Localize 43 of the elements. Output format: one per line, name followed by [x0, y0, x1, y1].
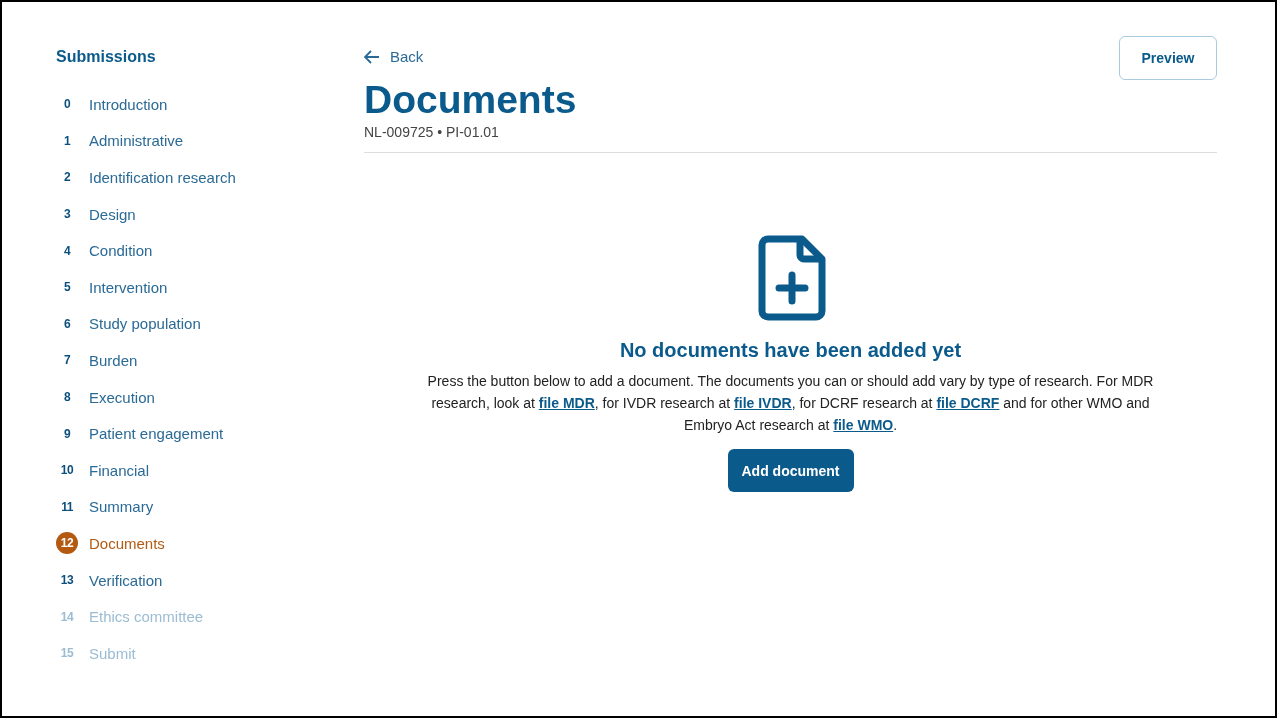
step-number: 6 [62, 315, 72, 333]
step-link[interactable]: Identification research [89, 169, 236, 186]
step-number: 12 [56, 532, 78, 555]
step-number: 7 [62, 352, 72, 370]
empty-state-description: Press the button below to add a document. The documents you can or should add vary by type of research. For MDR research, look at file MDR, for IVDR research at file IVDR, for DCRF research at file DCRF and for other WMO and Embryo Act research at file WMO. [426, 372, 1155, 435]
step-number: 0 [62, 96, 72, 114]
step-number: 10 [59, 462, 75, 480]
step-number: 5 [62, 279, 72, 297]
step-link[interactable]: Condition [89, 242, 153, 260]
page-title: Documents [364, 78, 578, 122]
file-link[interactable]: file IVDR [734, 395, 792, 411]
step-number: 8 [62, 389, 72, 407]
step-number: 4 [62, 242, 72, 260]
step-link[interactable]: Patient engagement [89, 425, 224, 443]
step-link[interactable]: Study population [89, 315, 201, 333]
step-link[interactable]: Administrative [89, 132, 184, 150]
step-number: 15 [59, 645, 75, 663]
arrow-left-icon [364, 49, 380, 64]
step-number: 2 [62, 169, 72, 187]
step-link[interactable]: Execution [89, 388, 155, 406]
step-link[interactable]: Introduction [89, 95, 168, 113]
add-document-button[interactable]: Add document [727, 449, 854, 492]
file-link[interactable]: file MDR [538, 395, 595, 411]
file-link[interactable]: file WMO [833, 417, 894, 433]
step-number: 13 [59, 572, 75, 589]
empty-state-heading: No documents have been added yet [619, 339, 962, 362]
preview-button[interactable]: Preview [1119, 36, 1217, 80]
step-link[interactable]: Summary [89, 498, 154, 516]
step-number: 14 [59, 608, 75, 626]
back-link[interactable]: Back [364, 48, 424, 65]
step-link[interactable]: Intervention [89, 278, 168, 296]
step-link[interactable]: Design [89, 205, 136, 223]
step-link[interactable]: Verification [89, 571, 163, 589]
step-number: 9 [62, 425, 72, 443]
file-link[interactable]: file DCRF [936, 395, 1000, 411]
step-number: 1 [62, 132, 72, 150]
step-link[interactable]: Financial [89, 461, 150, 479]
step-link[interactable]: Burden [89, 351, 138, 369]
page-subtitle: NL-009725 • PI-01.01 [364, 124, 500, 140]
step-link[interactable]: Documents [89, 534, 165, 552]
step-number: 11 [60, 498, 74, 516]
sidebar-title: Submissions [56, 48, 157, 66]
step-number: 3 [62, 206, 72, 224]
